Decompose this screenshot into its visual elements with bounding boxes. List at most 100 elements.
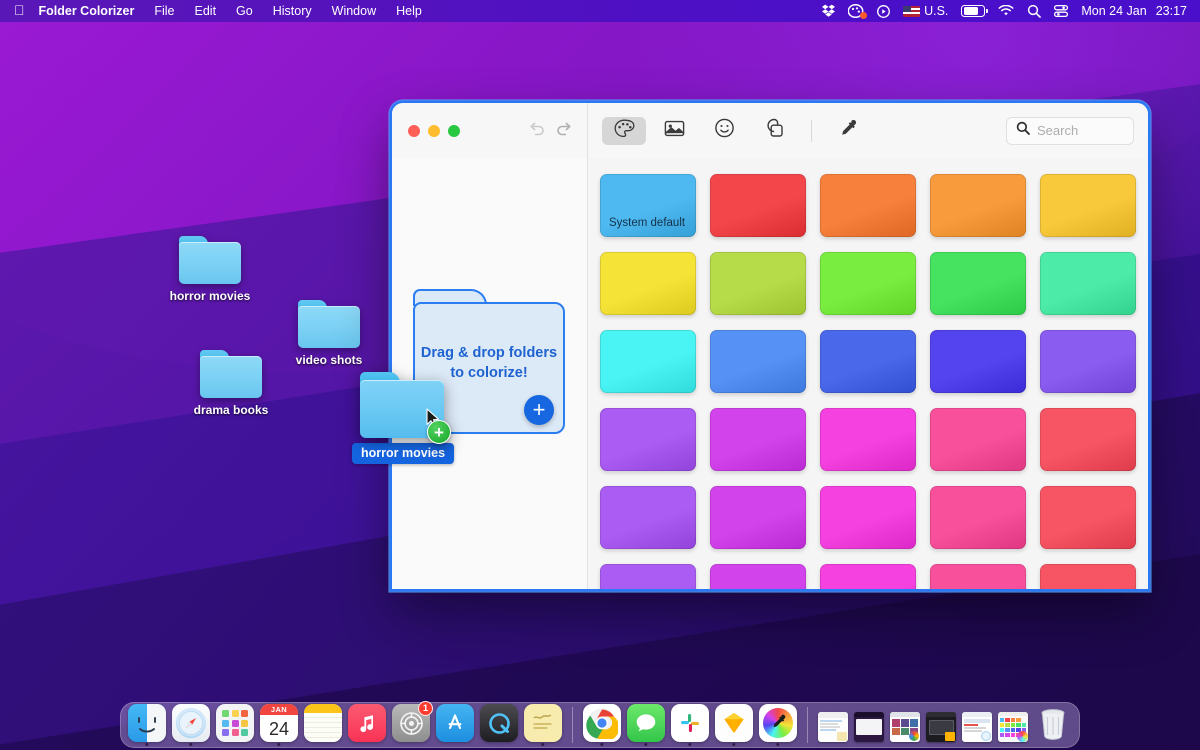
minimized-window-safari[interactable] <box>962 704 992 742</box>
dock-item-folder-colorizer[interactable] <box>759 704 797 746</box>
minimized-window-notes[interactable] <box>818 704 848 742</box>
dock-item-finder[interactable] <box>128 704 166 746</box>
dock-divider-2 <box>807 706 808 743</box>
color-swatch[interactable] <box>820 252 916 315</box>
minimized-window-dark-browser[interactable] <box>854 704 884 742</box>
trash-icon <box>1034 704 1072 742</box>
running-indicator <box>776 742 780 746</box>
notification-badge: 1 <box>418 701 433 716</box>
color-swatch[interactable] <box>930 330 1026 393</box>
minimized-window-colorizer[interactable] <box>998 704 1028 742</box>
redo-arrow-icon[interactable] <box>556 121 573 141</box>
dock-item-music[interactable] <box>348 704 386 742</box>
apple-logo-icon[interactable]:  <box>14 3 25 17</box>
colorizer-status-icon[interactable] <box>848 4 868 19</box>
color-swatch[interactable] <box>710 252 806 315</box>
desktop-folder-video-shots[interactable]: video shots <box>281 300 377 367</box>
minimized-window-chrome[interactable] <box>890 704 920 742</box>
color-swatch[interactable] <box>930 252 1026 315</box>
control-center-icon[interactable] <box>1054 4 1069 18</box>
color-swatch[interactable] <box>600 564 696 589</box>
dock-item-slack[interactable] <box>671 704 709 746</box>
color-swatch-grid: System default <box>600 174 1136 589</box>
search-input[interactable]: Search <box>1037 123 1078 138</box>
dropbox-icon[interactable] <box>822 4 836 18</box>
color-swatch[interactable]: System default <box>600 174 696 237</box>
add-folder-button[interactable]: + <box>524 395 554 425</box>
emoji-tool[interactable] <box>702 117 746 145</box>
titlebar-left-section <box>392 103 588 158</box>
color-swatch[interactable] <box>1040 408 1136 471</box>
input-source-indicator[interactable]: U.S. <box>903 4 948 18</box>
color-swatch[interactable] <box>820 408 916 471</box>
toolbar-divider <box>811 119 812 142</box>
color-swatch[interactable] <box>1040 564 1136 589</box>
menu-item-help[interactable]: Help <box>386 4 432 18</box>
dock-item-trash[interactable] <box>1034 704 1072 742</box>
color-swatch[interactable] <box>930 408 1026 471</box>
color-swatch[interactable] <box>930 174 1026 237</box>
color-swatch[interactable] <box>600 408 696 471</box>
color-swatch[interactable] <box>600 330 696 393</box>
dock-item-launchpad[interactable] <box>216 704 254 742</box>
chrome-icon <box>583 704 621 742</box>
dock-item-messages[interactable] <box>627 704 665 746</box>
search-field[interactable]: Search <box>1006 116 1134 145</box>
music-icon <box>348 704 386 742</box>
palette-icon <box>614 119 635 143</box>
undo-arrow-icon[interactable] <box>528 121 545 141</box>
play-circle-icon[interactable] <box>877 4 891 18</box>
color-swatch[interactable] <box>930 486 1026 549</box>
color-swatch[interactable] <box>710 564 806 589</box>
color-swatch[interactable] <box>820 564 916 589</box>
running-indicator <box>600 742 604 746</box>
color-swatch[interactable] <box>1040 174 1136 237</box>
color-swatch[interactable] <box>1040 330 1136 393</box>
color-swatch[interactable] <box>710 486 806 549</box>
menu-app-name[interactable]: Folder Colorizer <box>39 4 145 18</box>
close-button[interactable] <box>408 124 420 137</box>
dock-item-quicktime[interactable] <box>480 704 518 742</box>
dock-item-calendar[interactable]: JAN 24 <box>260 704 298 746</box>
zoom-button[interactable] <box>448 124 460 137</box>
wifi-icon[interactable] <box>998 5 1014 17</box>
minimize-button[interactable] <box>428 124 440 137</box>
desktop-folder-drama-books[interactable]: drama books <box>183 350 279 417</box>
dock-item-system-preferences[interactable]: 1 <box>392 701 433 742</box>
spotlight-search-icon[interactable] <box>1027 4 1042 18</box>
palette-tool[interactable] <box>602 116 646 145</box>
battery-icon[interactable] <box>961 5 988 17</box>
color-swatch[interactable] <box>820 486 916 549</box>
color-swatch[interactable] <box>820 174 916 237</box>
menu-clock[interactable]: Mon 24 Jan 23:17 <box>1081 4 1187 18</box>
color-swatch[interactable] <box>710 330 806 393</box>
dock-item-stickies[interactable] <box>524 704 562 746</box>
desktop-folder-label: video shots <box>295 353 363 367</box>
color-swatch[interactable] <box>1040 486 1136 549</box>
window-body: Drag & drop folders to colorize! + Syste… <box>392 158 1148 589</box>
stack-tool[interactable] <box>752 117 796 145</box>
input-source-label: U.S. <box>924 4 949 18</box>
color-swatch[interactable] <box>1040 252 1136 315</box>
desktop-folder-horror-movies[interactable]: horror movies <box>162 236 258 303</box>
menu-item-file[interactable]: File <box>144 4 184 18</box>
dock-item-sketch[interactable] <box>715 704 753 746</box>
launchpad-icon <box>216 704 254 742</box>
color-swatch[interactable] <box>600 486 696 549</box>
color-swatch[interactable] <box>820 330 916 393</box>
menu-item-history[interactable]: History <box>263 4 322 18</box>
menu-item-window[interactable]: Window <box>322 4 386 18</box>
dock-item-safari[interactable] <box>172 704 210 746</box>
dock-item-notes[interactable] <box>304 704 342 742</box>
eyedropper-tool[interactable] <box>827 117 871 145</box>
minimized-window-sketch[interactable] <box>926 704 956 742</box>
image-tool[interactable] <box>652 117 696 145</box>
menu-item-go[interactable]: Go <box>226 4 263 18</box>
dock-item-app-store[interactable] <box>436 704 474 742</box>
color-swatch[interactable] <box>600 252 696 315</box>
menu-item-edit[interactable]: Edit <box>185 4 227 18</box>
color-swatch[interactable] <box>930 564 1026 589</box>
dock-item-chrome[interactable] <box>583 704 621 746</box>
color-swatch[interactable] <box>710 408 806 471</box>
color-swatch[interactable] <box>710 174 806 237</box>
